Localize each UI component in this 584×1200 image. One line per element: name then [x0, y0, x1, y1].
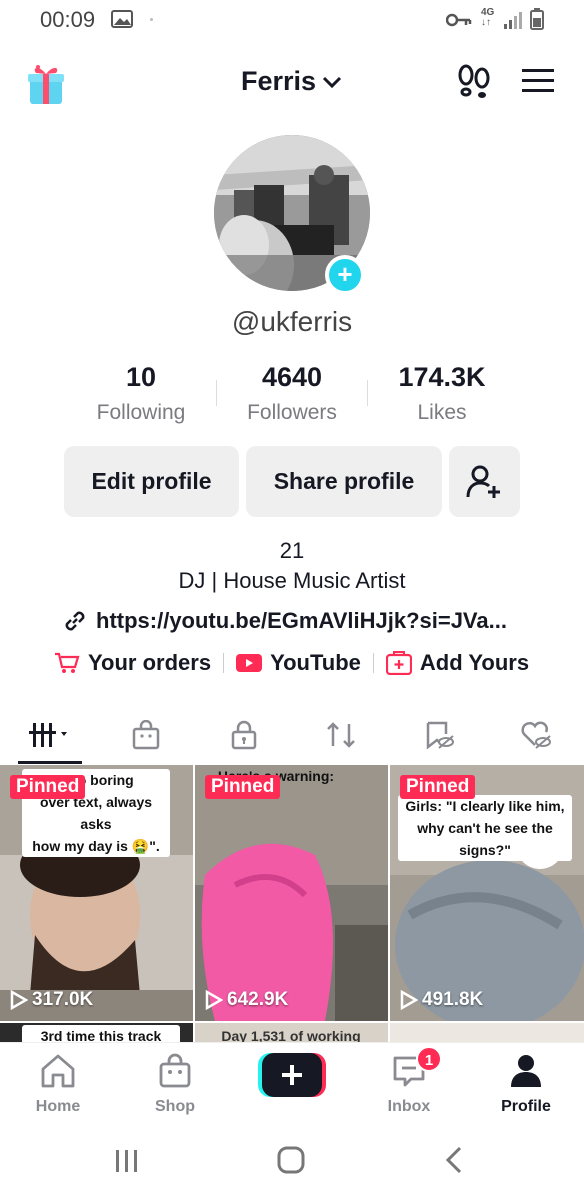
nav-home[interactable]: Home [13, 1053, 103, 1116]
menu-icon[interactable] [522, 68, 554, 94]
profile-header: Ferris [0, 52, 584, 112]
notification-dot [150, 18, 153, 21]
video-tile[interactable]: Here's a warning: Pinned 642.9K [195, 765, 388, 1021]
video-caption: Girls: "I clearly like him, why can't he… [398, 795, 572, 861]
nav-shop[interactable]: Shop [130, 1053, 220, 1116]
pinned-badge: Pinned [10, 775, 86, 799]
stat-followers-value: 4640 [261, 362, 323, 392]
add-yours-label: Add Yours [419, 650, 530, 675]
video-views: 491.8K [400, 989, 483, 1011]
account-switcher[interactable]: Ferris [241, 66, 342, 97]
battery-icon [530, 8, 544, 30]
tab-liked[interactable] [506, 706, 566, 764]
add-avatar-button[interactable]: + [325, 255, 365, 295]
tab-private[interactable] [214, 706, 274, 764]
lock-icon [231, 720, 257, 750]
footprint-icon[interactable] [456, 64, 492, 100]
your-orders-label: Your orders [88, 650, 212, 675]
home-system-icon[interactable] [277, 1146, 305, 1174]
bio-age: 21 [279, 538, 305, 563]
gallery-icon [111, 10, 133, 28]
pinned-badge: Pinned [205, 775, 281, 799]
bio-link[interactable]: https://youtu.be/EGmAVliHJjk?si=JVa... [62, 608, 507, 634]
stat-following-value: 10 [125, 362, 157, 392]
stat-following[interactable]: 10 Following [66, 362, 216, 425]
youtube-label: YouTube [270, 650, 361, 675]
profile-handle: @ukferris [231, 306, 353, 337]
add-friends-button[interactable] [449, 446, 520, 517]
tab-reposts[interactable] [311, 706, 371, 764]
stat-followers[interactable]: 4640 Followers [217, 362, 367, 425]
status-bar: 00:09 4G ↓↑ [0, 0, 584, 40]
favorites-hidden-icon [426, 721, 454, 750]
account-username: Ferris [241, 66, 317, 96]
video-views: 317.0K [10, 989, 93, 1011]
stat-following-label: Following [96, 401, 186, 424]
nav-home-label: Home [35, 1098, 81, 1115]
your-orders-link[interactable]: Your orders [54, 650, 211, 676]
quick-link-divider [223, 653, 225, 673]
add-user-icon [466, 465, 500, 498]
create-button[interactable] [258, 1053, 326, 1097]
gift-icon[interactable] [26, 62, 66, 106]
profile-icon [511, 1055, 541, 1087]
chevron-down-icon [322, 76, 342, 88]
link-icon [65, 611, 85, 631]
tab-active-indicator [18, 761, 82, 764]
quick-links: Your orders YouTube Add Yours [54, 650, 529, 676]
youtube-link[interactable]: YouTube [236, 650, 361, 676]
shop-icon [159, 1053, 191, 1088]
vpn-key-icon [446, 13, 472, 27]
video-thumbnail [195, 765, 388, 1021]
liked-hidden-icon [521, 721, 551, 749]
bottom-navigation: Home Shop Inbox Profile [0, 1042, 584, 1122]
signal-icon [504, 12, 522, 29]
stat-likes[interactable]: 174.3K Likes [367, 362, 517, 425]
repost-icon [327, 722, 355, 748]
pinned-badge: Pinned [400, 775, 476, 799]
nav-inbox-label: Inbox [387, 1098, 431, 1115]
play-icon [205, 990, 223, 1010]
cart-icon [55, 652, 80, 673]
play-icon [400, 990, 418, 1010]
tab-videos[interactable] [20, 706, 82, 764]
nav-profile-label: Profile [501, 1098, 551, 1115]
video-tile[interactable]: s so boring over text, always asks how m… [0, 765, 193, 1021]
stat-followers-label: Followers [247, 401, 337, 424]
back-icon[interactable] [444, 1146, 464, 1174]
videos-grid-icon [29, 723, 67, 747]
inbox-badge: 1 [416, 1046, 442, 1072]
video-grid: s so boring over text, always asks how m… [0, 765, 584, 1045]
nav-profile[interactable]: Profile [481, 1053, 571, 1116]
add-yours-icon [385, 651, 412, 675]
edit-profile-button[interactable]: Edit profile [64, 446, 239, 517]
system-navigation [0, 1122, 584, 1200]
content-tabs [0, 706, 584, 764]
stat-likes-label: Likes [417, 401, 467, 424]
network-type: 4G ↓↑ [481, 7, 495, 28]
play-icon [10, 990, 28, 1010]
bio-link-text: https://youtu.be/EGmAVliHJjk?si=JVa... [96, 608, 507, 633]
add-yours-link[interactable]: Add Yours [385, 650, 530, 676]
plus-icon [258, 1053, 326, 1097]
tab-shop[interactable] [116, 706, 176, 764]
bio-description: DJ | House Music Artist [178, 568, 406, 593]
quick-link-divider [372, 653, 374, 673]
recent-apps-icon[interactable] [114, 1148, 140, 1174]
video-tile[interactable]: Girls: "I clearly like him, why can't he… [390, 765, 584, 1021]
shop-bag-icon [132, 720, 160, 750]
nav-shop-label: Shop [155, 1098, 195, 1115]
youtube-icon [236, 654, 263, 672]
video-views: 642.9K [205, 989, 288, 1011]
status-time: 00:09 [40, 7, 96, 32]
home-icon [41, 1054, 75, 1088]
stat-likes-value: 174.3K [398, 362, 486, 392]
share-profile-button[interactable]: Share profile [246, 446, 442, 517]
tab-favorites[interactable] [409, 706, 469, 764]
